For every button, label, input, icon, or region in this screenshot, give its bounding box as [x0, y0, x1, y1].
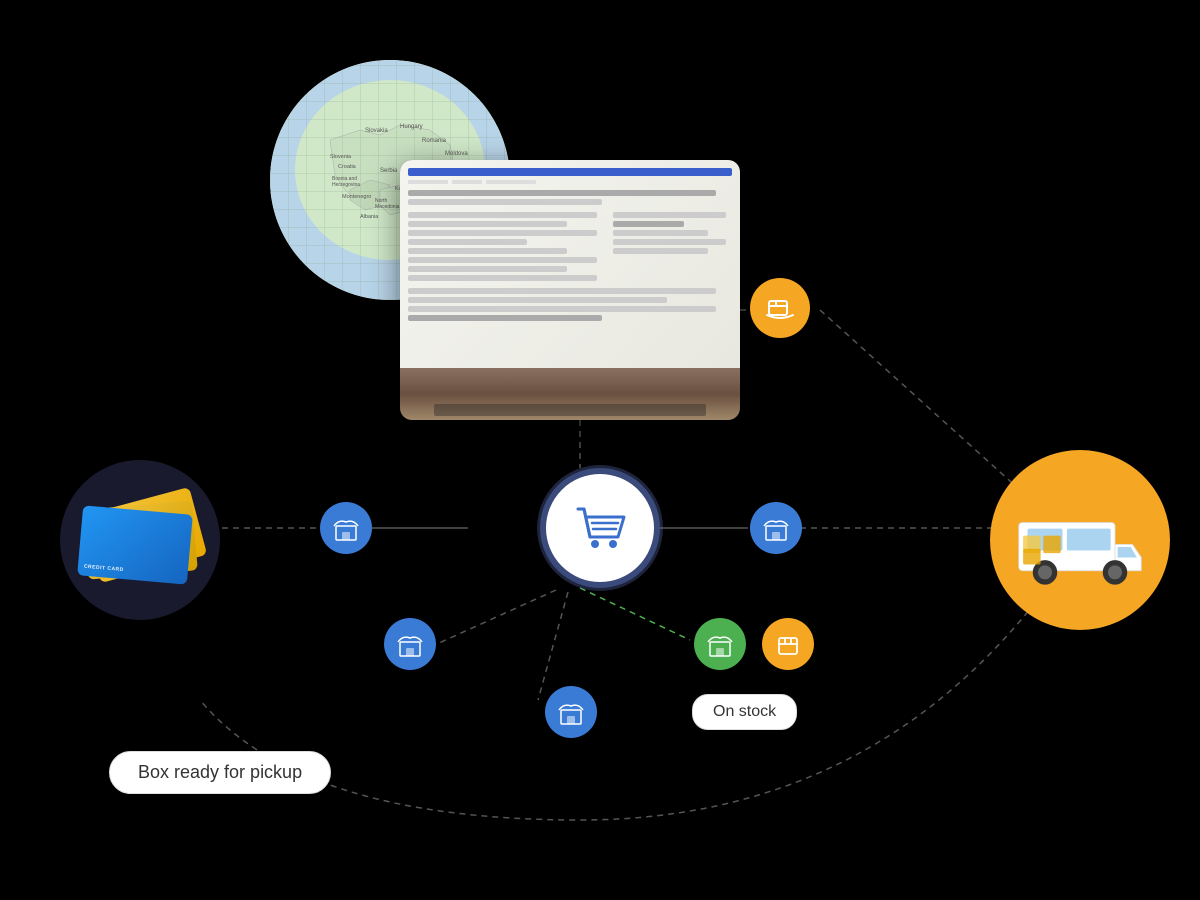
credit-cards-circle: CREDIT CARD CREDIT CARD CREDIT CARD	[60, 460, 220, 620]
package-bubble	[762, 618, 814, 670]
cart-svg	[570, 501, 630, 556]
on-stock-label: On stock	[692, 694, 797, 730]
svg-text:Montenegro: Montenegro	[342, 194, 371, 200]
svg-text:Moldova: Moldova	[445, 151, 468, 157]
pickup-icon-svg	[763, 291, 797, 325]
store-icon-bottom	[557, 698, 585, 726]
store-bubble-bottom	[545, 686, 597, 738]
svg-text:Slovenia: Slovenia	[330, 154, 352, 160]
store-icon-lower-left	[396, 630, 424, 658]
store-icon-left	[332, 514, 360, 542]
svg-text:North: North	[375, 198, 387, 204]
svg-text:Bosnia and: Bosnia and	[332, 176, 357, 182]
pickup-bubble	[750, 278, 810, 338]
store-bubble-left	[320, 502, 372, 554]
svg-text:Albania: Albania	[360, 214, 379, 220]
delivery-van-circle	[990, 450, 1170, 630]
store-icon-green	[706, 630, 734, 658]
svg-text:Slovakia: Slovakia	[365, 128, 388, 134]
svg-text:Romania: Romania	[422, 138, 447, 144]
store-bubble-lower-left	[384, 618, 436, 670]
laptop-image	[400, 160, 740, 420]
van-svg	[1010, 490, 1150, 590]
svg-text:Hungary: Hungary	[400, 124, 423, 130]
credit-card-3: CREDIT CARD	[77, 505, 193, 584]
main-scene: .dashed { stroke: #555; stroke-width: 1.…	[0, 0, 1200, 900]
svg-text:Serbia: Serbia	[380, 168, 398, 174]
shopping-cart-node	[540, 468, 660, 588]
svg-text:Macedonia: Macedonia	[375, 204, 400, 210]
package-icon-svg	[774, 630, 802, 658]
store-bubble-green	[694, 618, 746, 670]
svg-text:Croatia: Croatia	[338, 164, 357, 170]
store-bubble-right	[750, 502, 802, 554]
svg-text:Herzegovina: Herzegovina	[332, 182, 360, 188]
store-icon-right	[762, 514, 790, 542]
box-ready-label: Box ready for pickup	[109, 751, 331, 794]
